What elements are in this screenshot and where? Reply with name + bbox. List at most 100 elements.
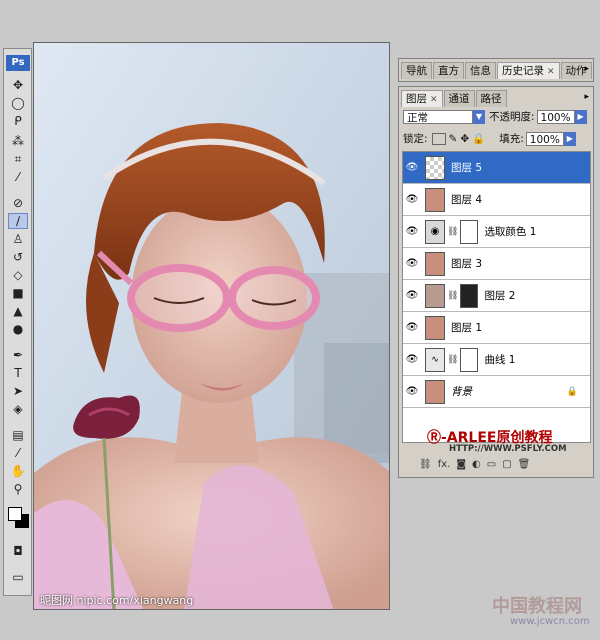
- tab-navigator[interactable]: 导航: [401, 62, 432, 79]
- layer-name: 曲线 1: [484, 354, 516, 366]
- panel-menu-icon[interactable]: ▸: [584, 64, 589, 74]
- layer-row[interactable]: 👁 ∿ ⛓ 曲线 1: [403, 344, 590, 376]
- chevron-down-icon[interactable]: ▼: [473, 109, 485, 124]
- layer-row[interactable]: 👁 图层 5: [403, 152, 590, 184]
- mask-icon[interactable]: ◙: [456, 459, 466, 470]
- close-icon[interactable]: ✕: [430, 95, 438, 105]
- tab-paths[interactable]: 路径: [475, 90, 507, 107]
- layer-name: 图层 2: [484, 290, 516, 302]
- layer-thumbnail: [425, 379, 445, 404]
- text-icon[interactable]: T: [8, 365, 28, 381]
- new-layer-icon[interactable]: ▢: [502, 459, 511, 470]
- layer-list: 👁 图层 5 👁 图层 4 👁 ◉ ⛓ 选取颜色 1 👁 图层 3 👁 ⛓ 图层: [402, 151, 591, 443]
- photo-image: [34, 43, 389, 609]
- layer-name: 图层 3: [451, 258, 483, 270]
- lasso-marquee-icon[interactable]: ◯: [8, 95, 28, 111]
- tab-info[interactable]: 信息: [465, 62, 496, 79]
- layer-row[interactable]: 👁 ⛓ 图层 2: [403, 280, 590, 312]
- lock-pixels-icon[interactable]: ✎: [449, 133, 458, 145]
- link-icon: ⛓: [447, 226, 459, 237]
- lock-all-icon[interactable]: 🔒: [472, 132, 485, 145]
- healing-icon[interactable]: ⊘: [8, 195, 28, 211]
- eraser-icon[interactable]: ◇: [8, 267, 28, 283]
- crop-icon[interactable]: ⌗: [8, 151, 28, 167]
- site-url: www.jcwcn.com: [510, 616, 590, 627]
- fx-icon[interactable]: fx.: [438, 459, 451, 470]
- adjustment-icon: ◉: [425, 219, 445, 244]
- opacity-label: 不透明度:: [489, 111, 535, 123]
- layer-row[interactable]: 👁 ◉ ⛓ 选取颜色 1: [403, 216, 590, 248]
- chevron-right-icon[interactable]: ▶: [574, 109, 587, 124]
- eye-icon[interactable]: 👁: [403, 226, 421, 237]
- tab-histogram[interactable]: 直方: [433, 62, 464, 79]
- chevron-right-icon[interactable]: ▶: [563, 131, 576, 146]
- eye-icon[interactable]: 👁: [403, 322, 421, 333]
- tab-history[interactable]: 历史记录 ✕: [497, 62, 560, 79]
- tab-channels[interactable]: 通道: [443, 90, 475, 107]
- layer-row[interactable]: 👁 背景 🔒: [403, 376, 590, 408]
- group-icon[interactable]: ▭: [487, 459, 496, 470]
- layers-panel: 图层 ✕ 通道 路径 ▸ 正常 ▼ 不透明度: 100% ▶ 锁定: ✎ ✥ 🔒 …: [398, 86, 594, 478]
- layers-tabs: 图层 ✕ 通道 路径: [401, 90, 508, 107]
- link-icon[interactable]: ⛓: [419, 459, 432, 470]
- eyedropper-icon[interactable]: ⁄: [8, 169, 28, 185]
- lock-icon: 🔒: [566, 386, 578, 397]
- screen-mode-icon[interactable]: ▭: [8, 569, 28, 585]
- path-select-icon[interactable]: ➤: [8, 383, 28, 399]
- notes-icon[interactable]: ▤: [8, 427, 28, 443]
- dodge-icon[interactable]: ●: [8, 321, 28, 337]
- layer-thumbnail: [425, 155, 445, 180]
- layer-thumbnail: [425, 283, 445, 308]
- opacity-input[interactable]: 100%: [536, 109, 575, 124]
- foreground-color[interactable]: [8, 507, 22, 521]
- gradient-icon[interactable]: ■: [8, 285, 28, 301]
- layers-footer: ⛓ fx. ◙ ◐ ▭ ▢ 🗑: [419, 459, 530, 470]
- blur-icon[interactable]: ▲: [8, 303, 28, 319]
- link-icon: ⛓: [447, 290, 459, 301]
- eye-icon[interactable]: 👁: [403, 354, 421, 365]
- layer-name: 选取颜色 1: [484, 226, 537, 238]
- quick-mask-icon[interactable]: ◘: [8, 543, 28, 559]
- lock-position-icon[interactable]: ✥: [460, 133, 469, 145]
- layer-thumbnail: [425, 251, 445, 276]
- pen-icon[interactable]: ✒: [8, 347, 28, 363]
- close-icon[interactable]: ✕: [547, 67, 555, 77]
- eye-icon[interactable]: 👁: [403, 290, 421, 301]
- eye-icon[interactable]: 👁: [403, 194, 421, 205]
- magic-wand-icon[interactable]: ⁂: [8, 133, 28, 149]
- lock-label: 锁定:: [403, 133, 428, 145]
- link-icon: ⛓: [447, 354, 459, 365]
- panel-menu-icon[interactable]: ▸: [584, 92, 589, 102]
- layer-row[interactable]: 👁 图层 3: [403, 248, 590, 280]
- trash-icon[interactable]: 🗑: [518, 459, 531, 470]
- fill-input[interactable]: 100%: [525, 131, 564, 146]
- history-panel: 导航 直方 信息 历史记录 ✕ 动作 ▸: [398, 58, 594, 82]
- layer-thumbnail: [425, 187, 445, 212]
- history-brush-icon[interactable]: ↺: [8, 249, 28, 265]
- eyedropper2-icon[interactable]: ⁄: [8, 445, 28, 461]
- zoom-icon[interactable]: ⚲: [8, 481, 28, 497]
- document-canvas[interactable]: [33, 42, 390, 610]
- brush-icon[interactable]: ∕: [8, 213, 28, 229]
- hand-icon[interactable]: ✋: [8, 463, 28, 479]
- shape-icon[interactable]: ◈: [8, 401, 28, 417]
- adjust-icon[interactable]: ◐: [472, 459, 481, 470]
- stamp-icon[interactable]: ♙: [8, 231, 28, 247]
- lasso-icon[interactable]: ᑭ: [8, 113, 28, 129]
- eye-icon[interactable]: 👁: [403, 162, 421, 173]
- layer-name: 图层 5: [451, 162, 483, 174]
- eye-icon[interactable]: 👁: [403, 258, 421, 269]
- history-tabs: 导航 直方 信息 历史记录 ✕ 动作: [401, 62, 593, 79]
- move-icon[interactable]: ✥: [8, 77, 28, 93]
- layer-mask-thumbnail: [460, 347, 479, 372]
- layer-mask-thumbnail: [460, 283, 479, 308]
- lock-transparent-icon[interactable]: [431, 132, 446, 145]
- site-watermark: 中国教程网: [492, 596, 582, 617]
- fill-label: 填充:: [499, 133, 524, 145]
- layer-row[interactable]: 👁 图层 1: [403, 312, 590, 344]
- tab-layers[interactable]: 图层 ✕: [401, 90, 443, 107]
- layer-row[interactable]: 👁 图层 4: [403, 184, 590, 216]
- eye-icon[interactable]: 👁: [403, 386, 421, 397]
- blend-mode-select[interactable]: 正常: [403, 109, 473, 124]
- curves-icon: ∿: [425, 347, 445, 372]
